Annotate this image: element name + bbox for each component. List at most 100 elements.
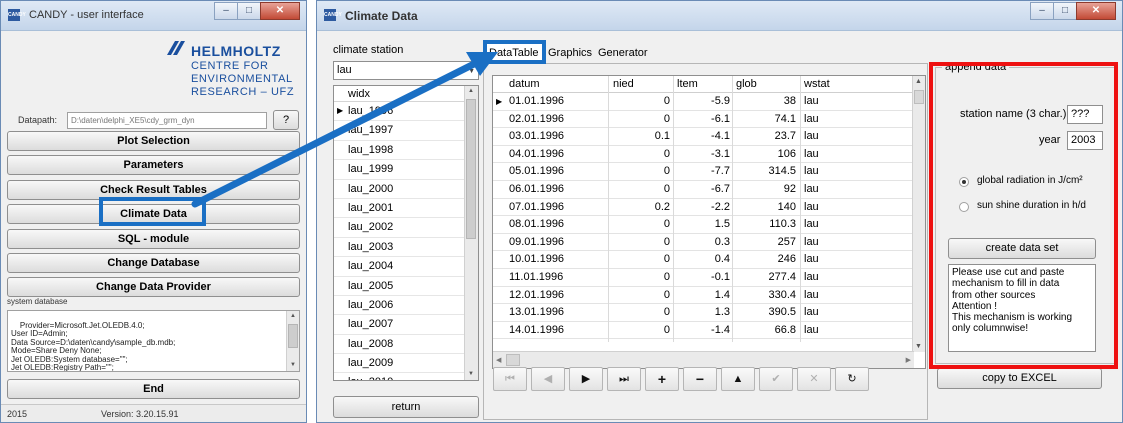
cell-ltem[interactable]: 0.4 bbox=[675, 253, 730, 265]
station-list-item[interactable]: lau_2010 bbox=[334, 373, 478, 380]
close-button[interactable]: ✕ bbox=[1076, 2, 1116, 20]
cell-nied[interactable]: 0 bbox=[610, 183, 670, 195]
cell-ltem[interactable]: 0.3 bbox=[675, 236, 730, 248]
station-list-item[interactable]: lau_1998 bbox=[334, 141, 478, 161]
cell-glob[interactable]: 74.1 bbox=[734, 113, 796, 125]
return-button[interactable]: return bbox=[333, 396, 479, 418]
station-list-item[interactable]: lau_2002 bbox=[334, 218, 478, 238]
scroll-down-icon[interactable]: ▼ bbox=[465, 369, 477, 380]
cell-nied[interactable]: 0 bbox=[610, 218, 670, 230]
cell-nied[interactable]: 0 bbox=[610, 253, 670, 265]
maximize-button[interactable]: □ bbox=[1053, 2, 1077, 20]
cell-wstat[interactable]: lau bbox=[804, 130, 819, 142]
system-database-memo[interactable]: Provider=Microsoft.Jet.OLEDB.4.0; User I… bbox=[7, 310, 300, 372]
end-button[interactable]: End bbox=[7, 379, 300, 399]
cell-datum[interactable]: 03.01.1996 bbox=[509, 130, 564, 142]
table-row[interactable]: 13.01.1996 0 1.3 390.5 lau bbox=[493, 304, 914, 322]
table-row[interactable]: 09.01.1996 0 0.3 257 lau bbox=[493, 234, 914, 252]
station-list-item[interactable]: lau_2001 bbox=[334, 199, 478, 219]
change-data-provider-button[interactable]: Change Data Provider bbox=[7, 277, 300, 297]
station-list-item[interactable]: lau_2000 bbox=[334, 180, 478, 199]
maximize-button[interactable]: □ bbox=[237, 2, 261, 20]
cell-nied[interactable]: 0 bbox=[610, 165, 670, 177]
table-row[interactable]: 02.01.1996 0 -6.1 74.1 lau bbox=[493, 111, 914, 129]
cell-nied[interactable]: 0 bbox=[610, 95, 670, 107]
station-list-item[interactable]: lau_2005 bbox=[334, 277, 478, 296]
cell-datum[interactable]: 01.01.1996 bbox=[509, 95, 564, 107]
cell-wstat[interactable]: lau bbox=[804, 306, 819, 318]
last-record-icon[interactable]: ⏭ bbox=[607, 367, 641, 391]
cell-wstat[interactable]: lau bbox=[804, 271, 819, 283]
cell-nied[interactable]: 0.2 bbox=[610, 201, 670, 213]
cell-wstat[interactable]: lau bbox=[804, 148, 819, 160]
cell-nied[interactable]: 0 bbox=[610, 289, 670, 301]
station-year-list[interactable]: widx ▶ lau_1996 lau_1997 lau_1998 lau_1999 la… bbox=[333, 85, 479, 381]
table-row[interactable]: 10.01.1996 0 0.4 246 lau bbox=[493, 251, 914, 269]
cell-nied[interactable]: 0 bbox=[610, 148, 670, 160]
cell-wstat[interactable]: lau bbox=[804, 289, 819, 301]
cell-datum[interactable]: 10.01.1996 bbox=[509, 253, 564, 265]
cell-nied[interactable]: 0 bbox=[610, 306, 670, 318]
cell-ltem[interactable]: 1.4 bbox=[675, 289, 730, 301]
cell-glob[interactable]: 257 bbox=[734, 236, 796, 248]
scroll-thumb[interactable] bbox=[288, 324, 298, 348]
cell-ltem[interactable]: -0.1 bbox=[675, 271, 730, 283]
table-row[interactable]: 05.01.1996 0 -7.7 314.5 lau bbox=[493, 163, 914, 181]
cell-nied[interactable]: 0 bbox=[610, 324, 670, 336]
station-list-item[interactable]: lau_2006 bbox=[334, 296, 478, 316]
scroll-left-icon[interactable]: ◀ bbox=[496, 356, 501, 364]
station-list-item[interactable]: ▶ lau_1996 bbox=[334, 102, 478, 122]
cell-wstat[interactable]: lau bbox=[804, 201, 819, 213]
cell-wstat[interactable]: lau bbox=[804, 236, 819, 248]
cell-glob[interactable]: 277.4 bbox=[734, 271, 796, 283]
scroll-down-icon[interactable]: ▼ bbox=[287, 360, 299, 371]
cell-ltem[interactable]: 1.5 bbox=[675, 218, 730, 230]
datapath-field[interactable]: D:\daten\delphi_XE5\cdy_grm_dyn bbox=[67, 112, 267, 129]
col-header-nied[interactable]: nied bbox=[613, 78, 634, 90]
next-record-icon[interactable]: ▶ bbox=[569, 367, 603, 391]
table-row[interactable]: ▶ 01.01.1996 0 -5.9 38 lau bbox=[493, 93, 914, 111]
prior-record-icon[interactable]: ◀ bbox=[531, 367, 565, 391]
cell-wstat[interactable]: lau bbox=[804, 218, 819, 230]
cell-glob[interactable]: 23.7 bbox=[734, 130, 796, 142]
cell-wstat[interactable]: lau bbox=[804, 113, 819, 125]
station-list-item[interactable]: lau_2007 bbox=[334, 315, 478, 335]
scroll-thumb[interactable] bbox=[506, 354, 520, 366]
delete-record-icon[interactable]: − bbox=[683, 367, 717, 391]
cell-datum[interactable]: 05.01.1996 bbox=[509, 165, 564, 177]
station-list-item[interactable]: lau_1999 bbox=[334, 160, 478, 180]
table-row[interactable]: 06.01.1996 0 -6.7 92 lau bbox=[493, 181, 914, 199]
scroll-right-icon[interactable]: ▶ bbox=[906, 356, 911, 364]
col-header-glob[interactable]: glob bbox=[736, 78, 757, 90]
cell-ltem[interactable]: -5.9 bbox=[675, 95, 730, 107]
post-record-icon[interactable]: ✔ bbox=[759, 367, 793, 391]
cell-glob[interactable]: 106 bbox=[734, 148, 796, 160]
cell-wstat[interactable]: lau bbox=[804, 95, 819, 107]
table-vertical-scrollbar[interactable]: ▲ ▼ bbox=[912, 76, 925, 352]
climate-titlebar[interactable]: CANDY Climate Data – □ ✕ bbox=[317, 1, 1122, 31]
cell-glob[interactable]: 92 bbox=[734, 183, 796, 195]
station-list-item[interactable]: lau_2008 bbox=[334, 335, 478, 355]
table-horizontal-scrollbar[interactable]: ◀ ▶ bbox=[493, 351, 914, 368]
cell-ltem[interactable]: -6.1 bbox=[675, 113, 730, 125]
cell-datum[interactable]: 14.01.1996 bbox=[509, 324, 564, 336]
cell-glob[interactable]: 110.3 bbox=[734, 218, 796, 230]
minimize-button[interactable]: – bbox=[1030, 2, 1054, 20]
climate-data-table[interactable]: datum nied ltem glob wstat ▶ 01.01.1996 0-… bbox=[492, 75, 926, 369]
scroll-down-icon[interactable]: ▼ bbox=[915, 343, 922, 350]
cell-nied[interactable]: 0 bbox=[610, 236, 670, 248]
cell-datum[interactable]: 13.01.1996 bbox=[509, 306, 564, 318]
cell-ltem[interactable]: -2.2 bbox=[675, 201, 730, 213]
candy-titlebar[interactable]: CANDY CANDY - user interface – □ ✕ bbox=[1, 1, 306, 31]
station-list-item[interactable]: lau_2009 bbox=[334, 354, 478, 374]
cell-ltem[interactable]: 1.3 bbox=[675, 306, 730, 318]
col-header-wstat[interactable]: wstat bbox=[804, 78, 830, 90]
table-row[interactable]: 08.01.1996 0 1.5 110.3 lau bbox=[493, 216, 914, 234]
cell-datum[interactable]: 08.01.1996 bbox=[509, 218, 564, 230]
cell-ltem[interactable]: -7.7 bbox=[675, 165, 730, 177]
cell-datum[interactable]: 12.01.1996 bbox=[509, 289, 564, 301]
cell-ltem[interactable]: -6.7 bbox=[675, 183, 730, 195]
tab-generator[interactable]: Generator bbox=[595, 45, 651, 63]
cell-datum[interactable]: 07.01.1996 bbox=[509, 201, 564, 213]
table-row[interactable]: 03.01.1996 0.1 -4.1 23.7 lau bbox=[493, 128, 914, 146]
